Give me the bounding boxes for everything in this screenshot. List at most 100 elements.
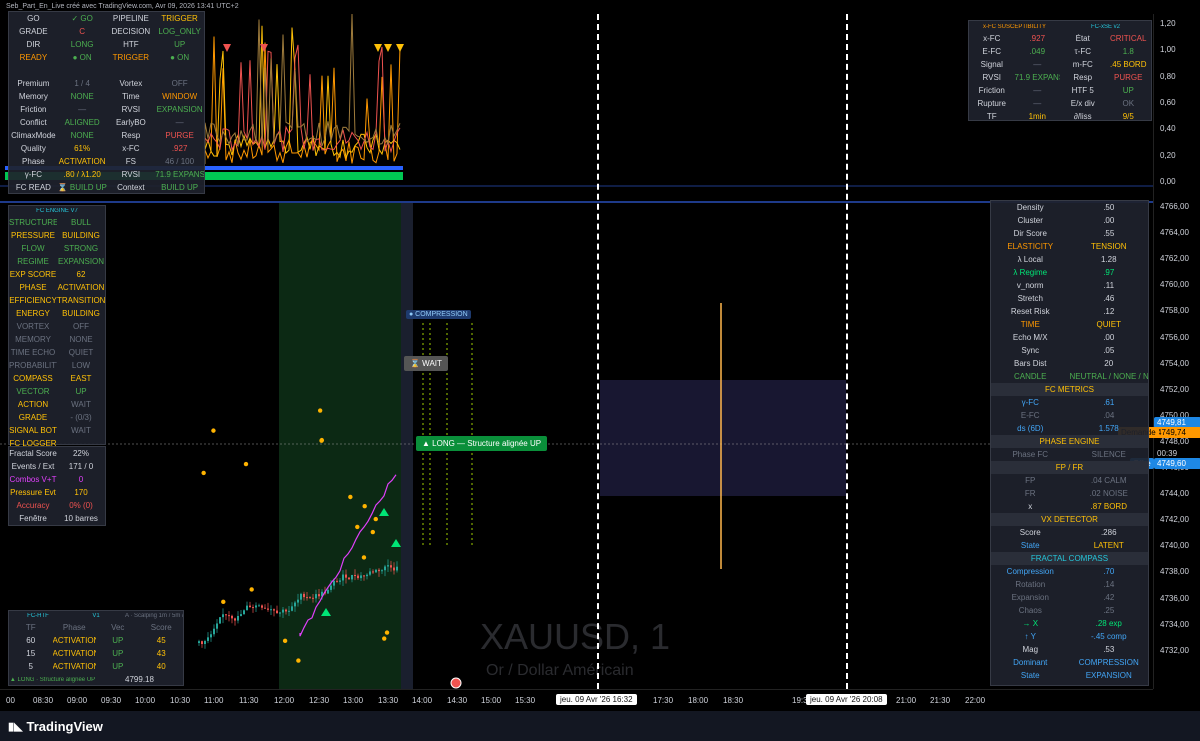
row-label: Compression <box>1006 567 1054 576</box>
candle-body <box>237 615 239 621</box>
fractal-table: Fractal Score 22% Events / Ext 171 / 0 Combo… <box>8 446 106 526</box>
table-row: 15 ACTIVATION UP 43 <box>9 647 183 660</box>
row-value: OFF <box>171 79 188 88</box>
candle-body <box>312 597 314 599</box>
table-row: EXP SCORE 62 <box>9 268 105 281</box>
table-row: Phase ACTIVATION FS 46 / 100 <box>9 155 204 168</box>
row-value: .46 <box>1103 294 1115 303</box>
time-axis[interactable]: 00 08:30 09:00 09:30 10:00 10:30 11:00 11:30 12… <box>0 689 1153 711</box>
tradingview-logo[interactable]: ▮◣ TradingView <box>8 719 103 734</box>
row-value: ● ON <box>72 53 92 62</box>
row-label: PRESSURE <box>10 231 55 240</box>
row-label: Time <box>122 92 140 101</box>
row-value: ALIGNED <box>64 118 100 127</box>
table-row: Rupture — E/x div OK <box>969 97 1151 110</box>
candle-body <box>273 609 275 611</box>
table-row: v_norm .11 <box>991 279 1148 292</box>
table-row: READY ● ON TRIGGER ● ON <box>9 51 204 64</box>
price-tick: 1,00 <box>1160 45 1176 55</box>
candle-body <box>198 641 200 643</box>
table-row: PHASE ACTIVATION <box>9 281 105 294</box>
candle-body <box>345 574 347 578</box>
candle-body <box>384 566 386 571</box>
table-row: FP .04 CALM <box>991 474 1148 487</box>
symbol-name-watermark: Or / Dollar Américain <box>486 662 634 679</box>
table-row: Reset Risk .12 <box>991 305 1148 318</box>
signal-dot <box>361 555 367 560</box>
row-value: -.45 comp <box>1090 632 1127 641</box>
long-signal-label: ▲ LONG — Structure alignée UP <box>416 436 548 451</box>
table-row: ClimaxMode NONE Resp PURGE <box>9 129 204 142</box>
table-row: Echo M/X .00 <box>991 331 1148 344</box>
row-value: .927 <box>171 144 188 153</box>
candle-body <box>330 585 332 590</box>
candle-body <box>216 623 218 629</box>
row-value: BULL <box>70 218 91 227</box>
candle-body <box>309 597 311 599</box>
candle-body <box>225 614 227 616</box>
row-value: NONE <box>70 92 94 101</box>
row-label: E-FC <box>1020 411 1040 420</box>
row-label: x-FC <box>122 144 140 153</box>
table-row: State EXPANSION <box>991 669 1148 682</box>
table-row: 60 ACTIVATION UP 45 <box>9 634 183 647</box>
candle-body <box>207 637 209 641</box>
row-value: .61 <box>1103 398 1115 407</box>
price-tick: 0,20 <box>1160 150 1176 160</box>
table-row: Quality 61% x-FC .927 <box>9 142 204 155</box>
row-value: NONE <box>69 335 93 344</box>
row-value: EXPANSION <box>1085 671 1132 680</box>
candle-body <box>282 609 284 613</box>
row-label: Friction <box>978 86 1005 95</box>
row-value: .55 <box>1103 229 1115 238</box>
row-value: STRONG <box>63 244 99 253</box>
row-value: 1.8 <box>1122 47 1134 56</box>
table-row: FR .02 NOISE <box>991 487 1148 500</box>
footer-right: 4799.18 <box>125 675 154 684</box>
row-value: .80 / λ1.20 <box>63 170 101 179</box>
time-tick: 15:00 <box>481 696 502 705</box>
time-highlight-1: jeu. 09 Avr '26 16:32 <box>556 694 637 705</box>
session-line-1 <box>597 14 599 689</box>
price-tick: 4740,00 <box>1160 541 1189 551</box>
row-label: Reset Risk <box>1010 307 1050 316</box>
row-value: Score <box>150 623 172 632</box>
row-label: Rotation <box>1015 580 1046 589</box>
row-value: 10 barres <box>64 514 98 523</box>
table-row: FP / FR <box>991 461 1148 474</box>
table-row: Combos V+T 0 <box>9 473 105 486</box>
table-row: E-FC .049 τ-FC 1.8 <box>969 45 1151 58</box>
row-label: Pressure Evt <box>10 488 56 497</box>
price-tick: 4760,00 <box>1160 280 1189 290</box>
signal-dot <box>362 504 367 509</box>
table-row: Dir Score .55 <box>991 227 1148 240</box>
symbol-watermark: XAUUSD, 1 <box>480 616 671 657</box>
row-label: Context <box>117 183 145 192</box>
time-tick: 09:00 <box>67 696 88 705</box>
candle-body <box>327 589 329 594</box>
row-value: .87 BORD <box>1090 502 1127 511</box>
time-tick: 15:30 <box>515 696 536 705</box>
table-row: γ-FC .61 <box>991 396 1148 409</box>
row-value: ACTIVATION <box>52 649 97 658</box>
row-label: GO <box>27 14 40 23</box>
row-value: BUILDING <box>62 309 100 318</box>
row-value: 62 <box>76 270 86 279</box>
row-value: .049 <box>1029 47 1046 56</box>
row-label: Stretch <box>1017 294 1043 303</box>
table-row: FLOW STRONG <box>9 242 105 255</box>
row-value: BUILDING <box>62 231 100 240</box>
price-axis[interactable]: 1,20 1,00 0,80 0,60 0,40 0,20 0,00 4766,00 4764,… <box>1153 14 1200 689</box>
table-row: Cluster .00 <box>991 214 1148 227</box>
row-value: .25 <box>1103 606 1115 615</box>
signal-dot <box>355 524 360 530</box>
signal-dot <box>249 587 254 592</box>
row-value: ● ON <box>170 53 190 62</box>
row-label: ACTION <box>17 400 49 409</box>
row-value: .14 <box>1103 580 1115 589</box>
row-label: → X <box>1022 619 1039 628</box>
row-label: v_norm <box>1016 281 1044 290</box>
candle-body <box>378 569 380 572</box>
row-label: VORTEX <box>16 322 50 331</box>
table-row: Expansion .42 <box>991 591 1148 604</box>
